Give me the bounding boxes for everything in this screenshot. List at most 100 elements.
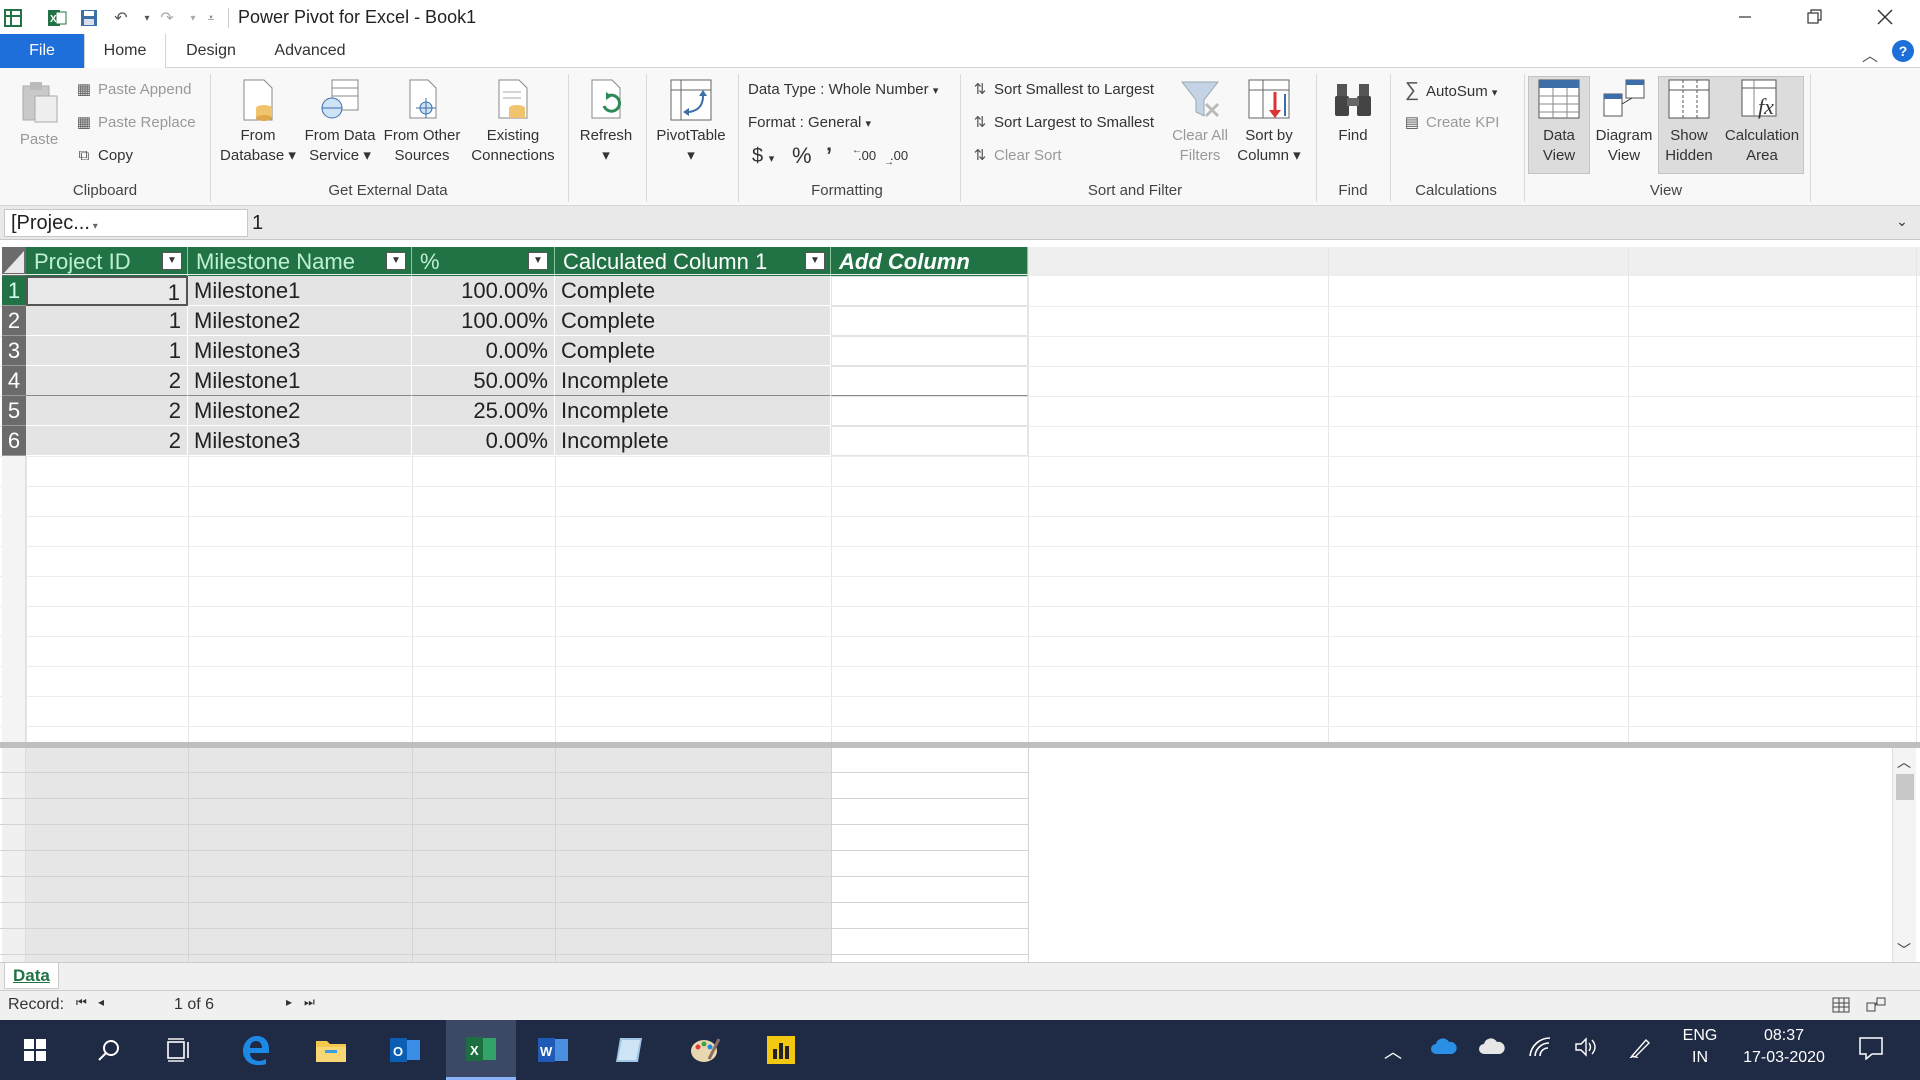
wifi-icon[interactable] [1528,1036,1552,1063]
onedrive-personal-icon[interactable] [1478,1036,1506,1061]
excel-icon[interactable]: X [46,7,68,29]
windows-start-icon[interactable] [2,1020,68,1080]
table-cell[interactable]: 0.00% [412,336,555,366]
scrollbar-thumb[interactable] [1896,774,1914,800]
paste-button[interactable]: Paste [14,78,64,150]
from-other-sources-button[interactable]: From Other Sources [380,78,464,166]
sheet-tab-data[interactable]: Data [4,963,59,989]
previous-record-icon[interactable]: ◂ [98,995,104,1009]
calculation-area-button[interactable]: fx Calculation Area [1720,78,1804,166]
outlook-icon[interactable]: O [372,1020,438,1080]
table-cell[interactable]: 25.00% [412,396,555,426]
from-data-service-button[interactable]: From Data Service ▾ [300,78,380,166]
clock[interactable]: 08:37 17-03-2020 [1736,1027,1832,1067]
filter-dropdown-icon[interactable]: ▼ [805,252,825,270]
table-cell[interactable]: Incomplete [555,366,831,396]
next-record-icon[interactable]: ▸ [286,995,292,1009]
percent-format-button[interactable]: % [792,144,812,168]
column-header-calculated-column-1[interactable]: Calculated Column 1 ▼ [555,247,831,276]
calculation-area[interactable]: ︿ ﹀ [0,748,1920,962]
paint-app-icon[interactable] [672,1020,738,1080]
task-view-icon[interactable] [146,1020,212,1080]
language-indicator[interactable]: ENG IN [1682,1027,1718,1067]
undo-icon[interactable]: ↶ [110,7,132,29]
table-cell[interactable]: Milestone1 [188,276,412,306]
word-icon[interactable]: W [520,1020,586,1080]
table-cell[interactable]: Milestone2 [188,396,412,426]
clear-sort-button[interactable]: ⇅ Clear Sort [970,144,1062,168]
add-column-cell[interactable] [831,426,1028,456]
tab-design[interactable]: Design [170,34,252,68]
table-cell[interactable]: Milestone1 [188,366,412,396]
refresh-button[interactable]: Refresh ▾ [574,78,638,166]
excel-taskbar-icon[interactable]: X [446,1020,516,1080]
comma-format-button[interactable]: ’ [826,144,832,168]
sort-by-column-button[interactable]: Sort by Column ▾ [1236,78,1302,166]
table-cell[interactable]: 100.00% [412,306,555,336]
search-icon[interactable] [76,1020,142,1080]
table-cell[interactable]: 50.00% [412,366,555,396]
add-column-cell[interactable] [831,336,1028,366]
paste-append-button[interactable]: ▦ Paste Append [74,78,192,102]
add-column-cell[interactable] [831,276,1028,306]
notifications-icon[interactable] [1858,1036,1884,1065]
find-button[interactable]: Find [1320,78,1386,146]
help-icon[interactable]: ? [1892,40,1914,62]
row-header[interactable]: 3 [2,336,26,366]
paste-replace-button[interactable]: ▦ Paste Replace [74,111,196,135]
column-header-milestone-name[interactable]: Milestone Name ▼ [188,247,412,276]
scroll-down-icon[interactable]: ﹀ [1897,940,1911,960]
redo-icon[interactable]: ↷ [156,7,178,29]
diagram-view-button[interactable]: Diagram View [1592,78,1656,166]
file-explorer-icon[interactable] [298,1020,364,1080]
row-header[interactable]: 1 [2,276,26,306]
last-record-icon[interactable]: ⏭ [304,995,315,1010]
table-cell[interactable]: 100.00% [412,276,555,306]
create-kpi-button[interactable]: ▤ Create KPI [1402,111,1499,135]
vertical-scrollbar[interactable]: ︿ ﹀ [1892,748,1916,962]
select-all-corner[interactable] [2,247,26,276]
name-box[interactable]: [Projec... ▾ [4,209,248,237]
clear-all-filters-button[interactable]: Clear All Filters [1164,78,1236,166]
table-cell[interactable]: 0.00% [412,426,555,456]
volume-icon[interactable] [1574,1036,1598,1063]
row-header[interactable]: 5 [2,396,26,426]
power-bi-icon[interactable] [748,1020,814,1080]
table-cell[interactable]: Complete [555,336,831,366]
add-column-cell[interactable] [831,396,1028,426]
edge-browser-icon[interactable] [222,1020,288,1080]
row-header[interactable]: 6 [2,426,26,456]
sort-ascending-button[interactable]: ⇅ Sort Smallest to Largest [970,78,1154,102]
sort-descending-button[interactable]: ⇅ Sort Largest to Smallest [970,111,1154,135]
add-column-cell[interactable] [831,306,1028,336]
table-cell[interactable]: Incomplete [555,396,831,426]
table-cell[interactable]: 1 [26,306,188,336]
column-header-project-id[interactable]: Project ID ▼ [26,247,188,276]
column-header-percent[interactable]: % ▼ [412,247,555,276]
filter-dropdown-icon[interactable]: ▼ [386,252,406,270]
restore-button[interactable] [1780,0,1850,34]
tab-file[interactable]: File [0,34,84,68]
formula-input[interactable]: 1 [252,209,1892,237]
increase-decimal-icon[interactable]: .00 ← [852,144,880,168]
filter-dropdown-icon[interactable]: ▼ [528,252,548,270]
pen-icon[interactable] [1628,1036,1652,1063]
undo-dropdown-icon[interactable]: ▾ [136,7,158,29]
row-header[interactable]: 2 [2,306,26,336]
table-cell[interactable]: 1 [26,336,188,366]
tab-home[interactable]: Home [84,34,166,69]
data-view-button[interactable]: Data View [1528,78,1590,166]
table-cell[interactable]: Complete [555,306,831,336]
close-button[interactable] [1850,0,1920,34]
table-cell[interactable]: Incomplete [555,426,831,456]
tab-advanced[interactable]: Advanced [262,34,358,68]
first-record-icon[interactable]: ⏮ [76,995,87,1010]
table-cell[interactable]: Milestone3 [188,426,412,456]
decrease-decimal-icon[interactable]: .00 → [884,144,912,168]
from-database-button[interactable]: From Database ▾ [214,78,302,166]
existing-connections-button[interactable]: Existing Connections [466,78,560,166]
format-dropdown[interactable]: Format : General ▾ [748,111,871,135]
data-type-dropdown[interactable]: Data Type : Whole Number ▾ [748,78,938,102]
collapse-ribbon-icon[interactable]: ︿ [1862,42,1878,66]
table-cell[interactable]: Milestone3 [188,336,412,366]
